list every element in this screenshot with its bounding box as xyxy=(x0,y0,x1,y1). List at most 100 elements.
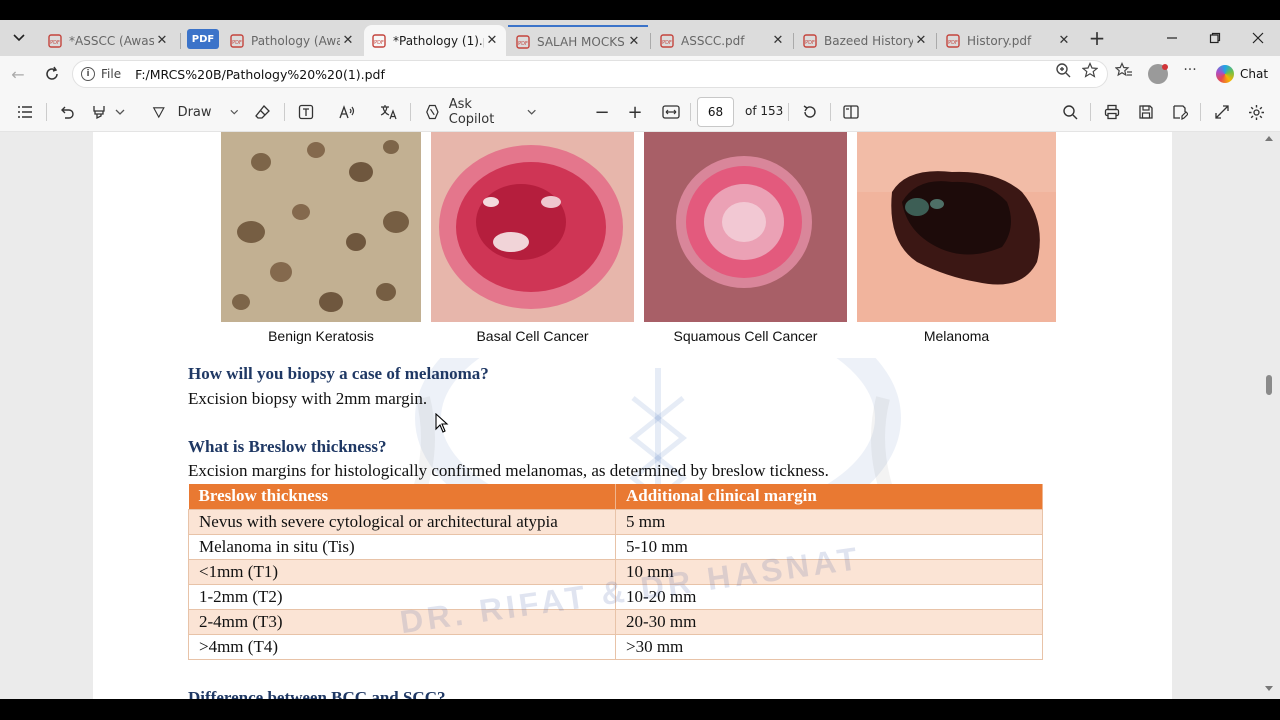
add-text-button[interactable] xyxy=(295,101,317,123)
image-caption: Basal Cell Cancer xyxy=(476,328,589,344)
page-number-input[interactable]: 68 xyxy=(697,97,734,127)
table-cell: Nevus with severe cytological or archite… xyxy=(188,508,616,535)
page-count: of 153 xyxy=(745,104,784,118)
favorite-button[interactable] xyxy=(1080,60,1100,80)
erase-button[interactable] xyxy=(252,101,274,123)
close-icon[interactable]: ✕ xyxy=(770,33,786,49)
list-icon xyxy=(18,106,32,118)
more-dots-icon: ··· xyxy=(1183,62,1197,78)
table-row: >4mm (T4) >30 mm xyxy=(188,633,1043,660)
printer-icon xyxy=(1104,104,1120,120)
toolbar-divider xyxy=(690,103,691,121)
close-icon[interactable]: ✕ xyxy=(340,33,356,49)
question-heading: What is Breslow thickness? xyxy=(188,437,387,456)
browser-window: PDF *ASSCC (Awasir) 2 ✕ PDF PDF Patholog… xyxy=(0,0,1280,720)
copilot-chat-button[interactable]: Chat xyxy=(1212,61,1274,87)
favorites-bar-button[interactable] xyxy=(1114,60,1134,80)
restore-button[interactable] xyxy=(1203,26,1227,50)
table-cell: 5 mm xyxy=(615,508,1043,535)
table-header: Additional clinical margin xyxy=(615,484,1043,509)
tab-pathology-awasir[interactable]: PDF Pathology (Awasir ✕ xyxy=(222,25,362,56)
table-cell: Melanoma in situ (Tis) xyxy=(188,533,616,560)
close-window-button[interactable] xyxy=(1246,26,1270,50)
save-button[interactable] xyxy=(1135,101,1157,123)
save-as-button[interactable] xyxy=(1169,101,1191,123)
pdf-file-icon: PDF xyxy=(946,33,960,48)
answer-text: Excision biopsy with 2mm margin. xyxy=(188,389,428,408)
toolbar-divider xyxy=(788,103,789,121)
ask-copilot-button[interactable]: Ask Copilot xyxy=(424,97,536,127)
highlight-button[interactable] xyxy=(88,101,128,123)
print-button[interactable] xyxy=(1101,101,1123,123)
draw-label: Draw xyxy=(177,104,212,120)
svg-text:PDF: PDF xyxy=(50,40,60,46)
close-icon[interactable]: ✕ xyxy=(1056,33,1072,49)
read-aloud-icon xyxy=(339,105,355,119)
tab-bazeed-history[interactable]: PDF Bazeed History Ta ✕ xyxy=(795,25,935,56)
page-view-button[interactable] xyxy=(840,101,862,123)
scrollbar-thumb[interactable] xyxy=(1266,375,1272,395)
draw-button[interactable]: Draw xyxy=(152,101,238,123)
question-heading: Difference between BCC and SCC? xyxy=(188,688,446,699)
notification-dot xyxy=(1162,64,1168,70)
reload-button[interactable] xyxy=(40,62,64,86)
new-tab-button[interactable]: + xyxy=(1085,26,1109,50)
tab-asscc-pdf[interactable]: PDF ASSCC.pdf ✕ xyxy=(652,25,792,56)
back-button[interactable]: ← xyxy=(6,62,30,86)
fullscreen-button[interactable] xyxy=(1211,101,1233,123)
fit-width-icon xyxy=(662,105,680,119)
pdf-viewer[interactable]: Benign Keratosis Basal Cell Cancer Squam… xyxy=(0,132,1280,699)
save-as-icon xyxy=(1173,105,1188,120)
toolbar-divider xyxy=(284,103,285,121)
tab-pathology-1-active[interactable]: PDF *Pathology (1).pdf ✕ xyxy=(364,25,506,56)
image-caption: Benign Keratosis xyxy=(268,328,374,344)
tab-asscc-awasir[interactable]: PDF *ASSCC (Awasir) 2 ✕ xyxy=(40,25,176,56)
table-row: Nevus with severe cytological or archite… xyxy=(188,508,1043,535)
scheme-label: File xyxy=(101,67,122,81)
reload-icon xyxy=(46,66,58,80)
tab-history-pdf[interactable]: PDF History.pdf ✕ xyxy=(938,25,1078,56)
eraser-icon xyxy=(255,105,270,119)
svg-text:PDF: PDF xyxy=(662,40,672,46)
fit-to-width-button[interactable] xyxy=(660,101,682,123)
pdf-settings-button[interactable] xyxy=(1245,101,1267,123)
table-row: Melanoma in situ (Tis) 5-10 mm xyxy=(188,533,1043,560)
table-cell: 20-30 mm xyxy=(615,608,1043,635)
pdf-file-icon: PDF xyxy=(48,33,62,48)
tab-actions-menu-button[interactable] xyxy=(6,26,32,50)
tab-label: Bazeed History Ta xyxy=(824,33,913,48)
zoom-in-button[interactable]: + xyxy=(625,101,645,123)
translate-button[interactable] xyxy=(378,101,400,123)
table-row: 2-4mm (T3) 20-30 mm xyxy=(188,608,1043,635)
minimize-icon xyxy=(1167,37,1177,39)
vertical-scrollbar[interactable] xyxy=(1262,132,1276,699)
contents-button[interactable] xyxy=(14,101,36,123)
read-aloud-button[interactable] xyxy=(337,101,359,123)
tab-salah-mocks[interactable]: PDF SALAH MOCKS M ✕ xyxy=(508,25,648,56)
close-icon[interactable]: ✕ xyxy=(626,34,642,50)
restore-icon xyxy=(1209,32,1221,44)
settings-more-button[interactable]: ··· xyxy=(1180,60,1200,80)
copilot-icon xyxy=(426,104,439,120)
undo-button[interactable] xyxy=(56,101,78,123)
toolbar-divider xyxy=(1200,103,1201,121)
text-box-icon xyxy=(298,104,314,120)
address-input[interactable]: i File F:/MRCS%20B/Pathology%20%20(1).pd… xyxy=(72,60,1108,88)
minimize-button[interactable] xyxy=(1160,26,1184,50)
zoom-out-button[interactable]: − xyxy=(592,101,612,123)
info-icon[interactable]: i xyxy=(81,67,95,81)
pen-icon xyxy=(152,107,165,119)
scroll-down-arrow-icon[interactable] xyxy=(1265,686,1273,691)
close-icon[interactable]: ✕ xyxy=(484,33,500,49)
toolbar-divider xyxy=(830,103,831,121)
close-icon xyxy=(1252,32,1264,44)
find-button[interactable] xyxy=(1059,101,1081,123)
pdf-file-icon: PDF xyxy=(516,34,530,49)
plus-icon: + xyxy=(1088,26,1106,50)
translate-icon xyxy=(380,105,397,120)
rotate-button[interactable] xyxy=(799,101,821,123)
zoom-button[interactable] xyxy=(1053,60,1073,80)
close-icon[interactable]: ✕ xyxy=(154,33,170,49)
scroll-up-arrow-icon[interactable] xyxy=(1265,136,1273,141)
close-icon[interactable]: ✕ xyxy=(913,33,929,49)
